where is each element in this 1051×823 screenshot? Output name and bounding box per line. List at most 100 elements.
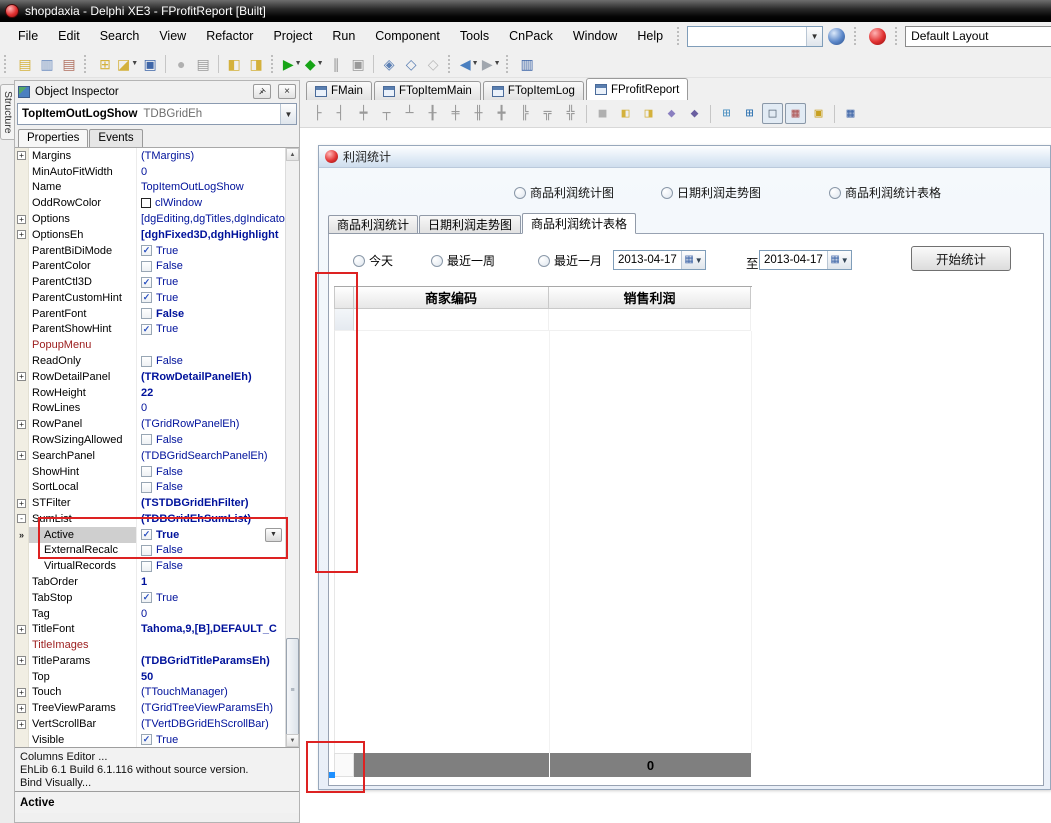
property-value[interactable]: False [137, 558, 285, 574]
property-row-titleimages[interactable]: TitleImages [15, 637, 285, 653]
expand-icon[interactable]: + [17, 719, 26, 729]
collapse-icon[interactable]: - [17, 514, 26, 524]
date-from-picker[interactable]: 2013-04-17 ▦ ▼ [613, 250, 706, 270]
property-value[interactable]: (TDBGridSearchPanelEh) [137, 448, 285, 464]
menu-item-search[interactable]: Search [90, 24, 150, 48]
dropdown-arrow-icon[interactable]: ▼ [494, 60, 501, 67]
add-to-project-button[interactable]: ◨ [245, 53, 267, 75]
object-inspector-header[interactable]: Object Inspector Ŧ × [15, 81, 299, 102]
property-row-oddrowcolor[interactable]: OddRowColor clWindow [15, 195, 285, 212]
property-value[interactable]: TopItemOutLogShow [137, 180, 285, 196]
property-row-stfilter[interactable]: + STFilter (TSTDBGridEhFilter) [15, 495, 285, 511]
tab-fmain[interactable]: FMain [306, 81, 372, 100]
property-row-titleparams[interactable]: + TitleParams (TDBGridTitleParamsEh) [15, 653, 285, 669]
close-button[interactable]: × [278, 84, 296, 99]
toolbar-grip[interactable] [677, 27, 683, 45]
property-row-rowdetailpanel[interactable]: + RowDetailPanel (TRowDetailPanelEh) [15, 368, 285, 385]
property-row-parentshowhint[interactable]: ParentShowHint ✓ True [15, 321, 285, 338]
property-value[interactable] [137, 637, 285, 653]
property-row-parentctl3d[interactable]: ParentCtl3D ✓ True [15, 274, 285, 291]
navigate-forward-button[interactable]: ▶ ▼ [480, 53, 502, 75]
property-value[interactable]: 1 [137, 574, 285, 590]
menu-item-component[interactable]: Component [365, 24, 450, 48]
save-button[interactable]: ▣ [139, 53, 161, 75]
checkbox-unchecked-icon[interactable] [141, 308, 152, 320]
property-row-titlefont[interactable]: + TitleFont Tahoma,9,[B],DEFAULT_C [15, 621, 285, 638]
property-value[interactable]: ✓ True [137, 274, 285, 290]
property-value[interactable]: 0 [137, 164, 285, 180]
toolbar-grip[interactable] [895, 27, 901, 45]
property-value[interactable]: ✓ True [137, 243, 285, 259]
property-value[interactable]: 0 [137, 401, 285, 417]
property-value[interactable]: Tahoma,9,[B],DEFAULT_C [137, 621, 285, 637]
dropdown-arrow-icon[interactable]: ▼ [131, 60, 138, 67]
property-value[interactable]: (TDBGridTitleParamsEh) [137, 653, 285, 669]
date-to-calendar-button[interactable]: ▦ ▼ [827, 251, 851, 269]
checkbox-checked-icon[interactable]: ✓ [141, 734, 152, 746]
bind-visually-link[interactable]: Bind Visually... [20, 777, 294, 790]
make-same-width-icon[interactable]: ╠ [514, 103, 535, 124]
title-bar[interactable]: shopdaxia - Delphi XE3 - FProfitReport [… [0, 0, 1051, 22]
property-value[interactable]: (TVertDBGridEhScrollBar) [137, 716, 285, 732]
property-value[interactable]: (TSTDBGridEhFilter) [137, 495, 285, 511]
structure-panel-tab[interactable]: Structure [0, 84, 15, 140]
menu-item-project[interactable]: Project [263, 24, 322, 48]
property-row-parentfont[interactable]: ParentFont False [15, 305, 285, 322]
menu-item-view[interactable]: View [149, 24, 196, 48]
tab-properties[interactable]: Properties [18, 129, 89, 147]
center-in-window-icon[interactable]: ╋ [491, 103, 512, 124]
snap-to-grid-icon[interactable]: □ [762, 103, 783, 124]
property-value[interactable] [137, 337, 285, 353]
property-row-minautofitwidth[interactable]: MinAutoFitWidth 0 [15, 163, 285, 180]
run-button[interactable]: ▶ ▼ [281, 53, 303, 75]
property-value[interactable]: False [137, 306, 285, 322]
trace-into-button[interactable]: ◇ [400, 53, 422, 75]
tab-ftopitemlog[interactable]: FTopItemLog [482, 81, 584, 100]
align-horizontal-centers-icon[interactable]: ┿ [353, 103, 374, 124]
make-same-height-icon[interactable]: ╦ [537, 103, 558, 124]
menu-item-help[interactable]: Help [627, 24, 673, 48]
view-as-table-icon[interactable]: ▦ [840, 103, 861, 124]
open-project-button[interactable]: ◧ [223, 53, 245, 75]
property-value[interactable]: [dghFixed3D,dghHighlight [137, 227, 285, 243]
search-combo[interactable]: ▼ [687, 25, 824, 47]
start-statistics-button[interactable]: 开始统计 [911, 246, 1011, 271]
property-value[interactable]: 50 [137, 669, 285, 685]
remove-file-button[interactable]: ▤ [58, 53, 80, 75]
tab-ftopitemmain[interactable]: FTopItemMain [373, 81, 481, 100]
property-value[interactable]: False [137, 464, 285, 480]
grid-column-sales-profit[interactable]: 销售利润 [549, 287, 751, 309]
menu-item-cnpack[interactable]: CnPack [499, 24, 563, 48]
property-value[interactable]: (TGridTreeViewParamsEh) [137, 700, 285, 716]
align-to-grid-icon[interactable]: ⊞ [716, 103, 737, 124]
property-row-rowheight[interactable]: RowHeight 22 [15, 384, 285, 401]
object-selector-combo[interactable]: TopItemOutLogShow TDBGridEh ▼ [17, 103, 297, 125]
checkbox-checked-icon[interactable]: ✓ [141, 245, 152, 257]
tab-events[interactable]: Events [89, 129, 143, 147]
search-input[interactable] [688, 27, 807, 45]
property-value[interactable]: ✓ True [137, 322, 285, 338]
property-row-parentcolor[interactable]: ParentColor False [15, 258, 285, 275]
property-row-taborder[interactable]: TabOrder 1 [15, 574, 285, 590]
property-row-searchpanel[interactable]: + SearchPanel (TDBGridSearchPanelEh) [15, 447, 285, 464]
date-to-picker[interactable]: 2013-04-17 ▦ ▼ [759, 250, 852, 270]
property-row-vertscrollbar[interactable]: + VertScrollBar (TVertDBGridEhScrollBar) [15, 716, 285, 732]
menu-item-refactor[interactable]: Refactor [196, 24, 263, 48]
property-row-top[interactable]: Top 50 [15, 668, 285, 685]
lock-controls-icon[interactable]: ▣ [808, 103, 829, 124]
align-right-edges-icon[interactable]: ┤ [330, 103, 351, 124]
expand-icon[interactable]: + [17, 372, 26, 382]
scrollbar-thumb[interactable]: ≡ [286, 638, 299, 743]
send-to-back-icon[interactable]: ◨ [638, 103, 659, 124]
menu-item-tools[interactable]: Tools [450, 24, 499, 48]
property-row-virtualrecords[interactable]: VirtualRecords False [15, 558, 285, 575]
checkbox-checked-icon[interactable]: ✓ [141, 276, 152, 288]
bring-to-front-icon[interactable]: ◧ [615, 103, 636, 124]
menu-item-window[interactable]: Window [563, 24, 627, 48]
property-row-rowlines[interactable]: RowLines 0 [15, 400, 285, 417]
property-grid-scrollbar[interactable]: ▲ ≡ ▼ [285, 148, 299, 747]
grid-empty-row[interactable] [334, 309, 752, 331]
dropdown-arrow-icon[interactable]: ▼ [295, 60, 302, 67]
checkbox-unchecked-icon[interactable] [141, 560, 152, 572]
property-row-tabstop[interactable]: TabStop ✓ True [15, 589, 285, 606]
